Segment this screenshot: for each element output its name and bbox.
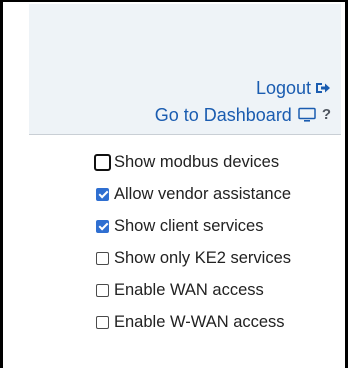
sign-out-icon bbox=[316, 83, 330, 93]
checkbox-show-only-ke2-services[interactable] bbox=[96, 251, 109, 265]
checkbox-show-modbus-devices[interactable] bbox=[94, 153, 111, 171]
option-label: Show only KE2 services bbox=[114, 248, 291, 267]
checkbox-show-client-services[interactable] bbox=[96, 219, 109, 233]
option-enable-wan-access[interactable]: Enable WAN access bbox=[93, 274, 291, 306]
dashboard-link[interactable]: Go to Dashboard ? bbox=[155, 104, 331, 126]
help-icon[interactable]: ? bbox=[322, 104, 331, 126]
option-label: Enable W-WAN access bbox=[114, 312, 285, 331]
checkbox-enable-w-wan-access[interactable] bbox=[96, 315, 109, 329]
option-label: Show modbus devices bbox=[114, 152, 280, 171]
checkbox-allow-vendor-assistance[interactable] bbox=[96, 187, 109, 201]
panel-header: Logout Go to Dashboard ? bbox=[29, 4, 341, 135]
settings-panel: Logout Go to Dashboard ? Show modbus dev… bbox=[0, 0, 348, 368]
option-label: Show client services bbox=[114, 216, 264, 235]
option-show-modbus-devices[interactable]: Show modbus devices bbox=[93, 146, 291, 178]
option-label: Allow vendor assistance bbox=[114, 184, 292, 203]
option-label: Enable WAN access bbox=[114, 280, 264, 299]
checkbox-enable-wan-access[interactable] bbox=[96, 283, 109, 297]
options-list: Show modbus devices Allow vendor assista… bbox=[93, 146, 291, 338]
logout-label: Logout bbox=[255, 78, 311, 98]
logout-link[interactable]: Logout bbox=[256, 77, 331, 99]
option-show-client-services[interactable]: Show client services bbox=[93, 210, 291, 242]
option-enable-w-wan-access[interactable]: Enable W-WAN access bbox=[93, 306, 291, 338]
option-allow-vendor-assistance[interactable]: Allow vendor assistance bbox=[93, 178, 291, 210]
monitor-icon bbox=[298, 107, 316, 122]
option-show-only-ke2-services[interactable]: Show only KE2 services bbox=[93, 242, 291, 274]
dashboard-label: Go to Dashboard bbox=[154, 105, 292, 125]
